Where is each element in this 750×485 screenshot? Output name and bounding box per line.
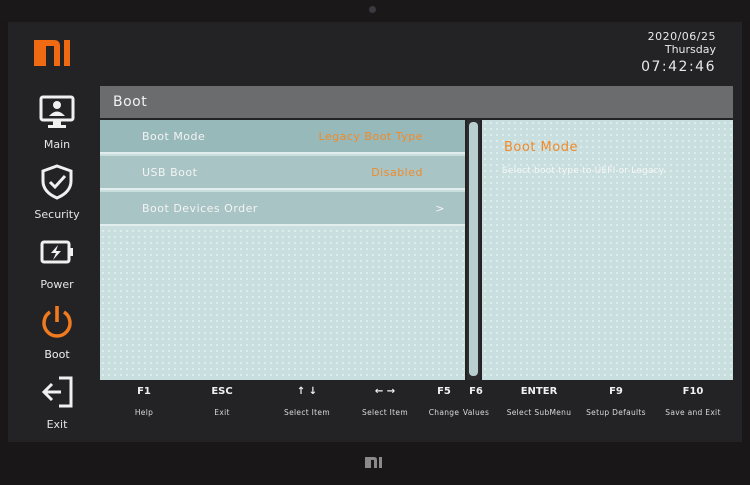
- sidebar-item-label: Boot: [44, 348, 70, 361]
- hotkey-desc: Exit: [214, 408, 230, 417]
- mi-bezel-logo: [365, 457, 382, 468]
- hotkey-desc: Save and Exit: [665, 408, 721, 417]
- exit-icon: [41, 376, 73, 408]
- setting-row-boot-devices-order[interactable]: Boot Devices Order >: [100, 192, 465, 226]
- battery-bolt-icon: [40, 240, 73, 264]
- setting-label: Boot Devices Order: [142, 202, 258, 215]
- sidebar-item-power[interactable]: Power: [22, 230, 92, 300]
- monitor-user-icon: [39, 95, 75, 128]
- sidebar-item-label: Power: [40, 278, 74, 291]
- settings-panel: Boot Mode Legacy Boot Type USB Boot Disa…: [100, 120, 465, 380]
- hotkey-desc: Select Item: [362, 408, 408, 417]
- hotkey-desc: Change: [428, 408, 460, 417]
- hotkey-key: ← →: [374, 386, 396, 397]
- bios-screen: 2020/06/25 Thursday 07:42:46 Main Securi…: [8, 22, 742, 442]
- hotkey-desc: Select Item: [284, 408, 330, 417]
- date-text: 2020/06/25: [647, 30, 716, 43]
- sidebar-item-exit[interactable]: Exit: [22, 370, 92, 440]
- hotkey-bar: F1 Help ESC Exit ↑ ↓ Select Item ← → Sel…: [100, 384, 733, 434]
- setting-label: USB Boot: [142, 166, 198, 179]
- hotkey-f10: F10 Save and Exit: [658, 384, 728, 417]
- scrollbar[interactable]: [467, 120, 480, 380]
- scrollbar-track: [469, 122, 478, 376]
- setting-value: Disabled: [371, 166, 423, 179]
- hotkey-key: ↑ ↓: [296, 386, 318, 397]
- hotkey-f5: F5 Change: [426, 384, 462, 417]
- shield-check-icon: [41, 164, 73, 200]
- setting-value: Legacy Boot Type: [318, 130, 423, 143]
- hotkey-desc: Help: [134, 408, 154, 417]
- hotkey-key: ESC: [211, 386, 233, 397]
- hotkey-desc: Select SubMenu: [506, 408, 572, 417]
- setting-row-boot-mode[interactable]: Boot Mode Legacy Boot Type: [100, 120, 465, 154]
- sidebar-item-label: Main: [43, 138, 71, 151]
- hotkey-up-down: ↑ ↓ Select Item: [272, 384, 342, 417]
- sidebar-item-label: Exit: [46, 418, 68, 431]
- hotkey-key: F9: [609, 386, 623, 397]
- laptop-bezel: [0, 0, 750, 22]
- setting-row-usb-boot[interactable]: USB Boot Disabled: [100, 156, 465, 190]
- sidebar-item-main[interactable]: Main: [22, 90, 92, 160]
- help-title: Boot Mode: [504, 140, 578, 155]
- camera-icon: [369, 6, 376, 13]
- hotkey-f1: F1 Help: [126, 384, 162, 417]
- time-text: 07:42:46: [641, 59, 716, 75]
- hotkey-key: F5: [437, 386, 451, 397]
- hotkey-f6: F6 Values: [458, 384, 494, 417]
- sidebar-item-boot[interactable]: Boot: [22, 300, 92, 370]
- hotkey-desc: Setup Defaults: [586, 408, 646, 417]
- day-text: Thursday: [664, 43, 716, 56]
- hotkey-key: F10: [682, 386, 704, 397]
- power-icon: [42, 306, 72, 338]
- setting-label: Boot Mode: [142, 130, 206, 143]
- sidebar-item-security[interactable]: Security: [22, 160, 92, 230]
- hotkey-key: ENTER: [520, 386, 558, 397]
- sidebar-item-label: Security: [34, 208, 80, 221]
- page-title: Boot: [100, 86, 733, 118]
- hotkey-f9: F9 Setup Defaults: [580, 384, 652, 417]
- datetime: 2020/06/25 Thursday 07:42:46: [641, 30, 716, 78]
- help-text: Select boot type to UEFI or Legacy.: [502, 166, 667, 176]
- hotkey-key: F6: [469, 386, 483, 397]
- submenu-arrow-icon: >: [435, 202, 445, 215]
- hotkey-desc: Values: [462, 408, 490, 417]
- hotkey-left-right: ← → Select Item: [350, 384, 420, 417]
- mi-logo: [34, 40, 70, 66]
- help-panel: Boot Mode Select boot type to UEFI or Le…: [482, 120, 733, 380]
- hotkey-key: F1: [137, 386, 151, 397]
- hotkey-enter: ENTER Select SubMenu: [498, 384, 580, 417]
- hotkey-esc: ESC Exit: [204, 384, 240, 417]
